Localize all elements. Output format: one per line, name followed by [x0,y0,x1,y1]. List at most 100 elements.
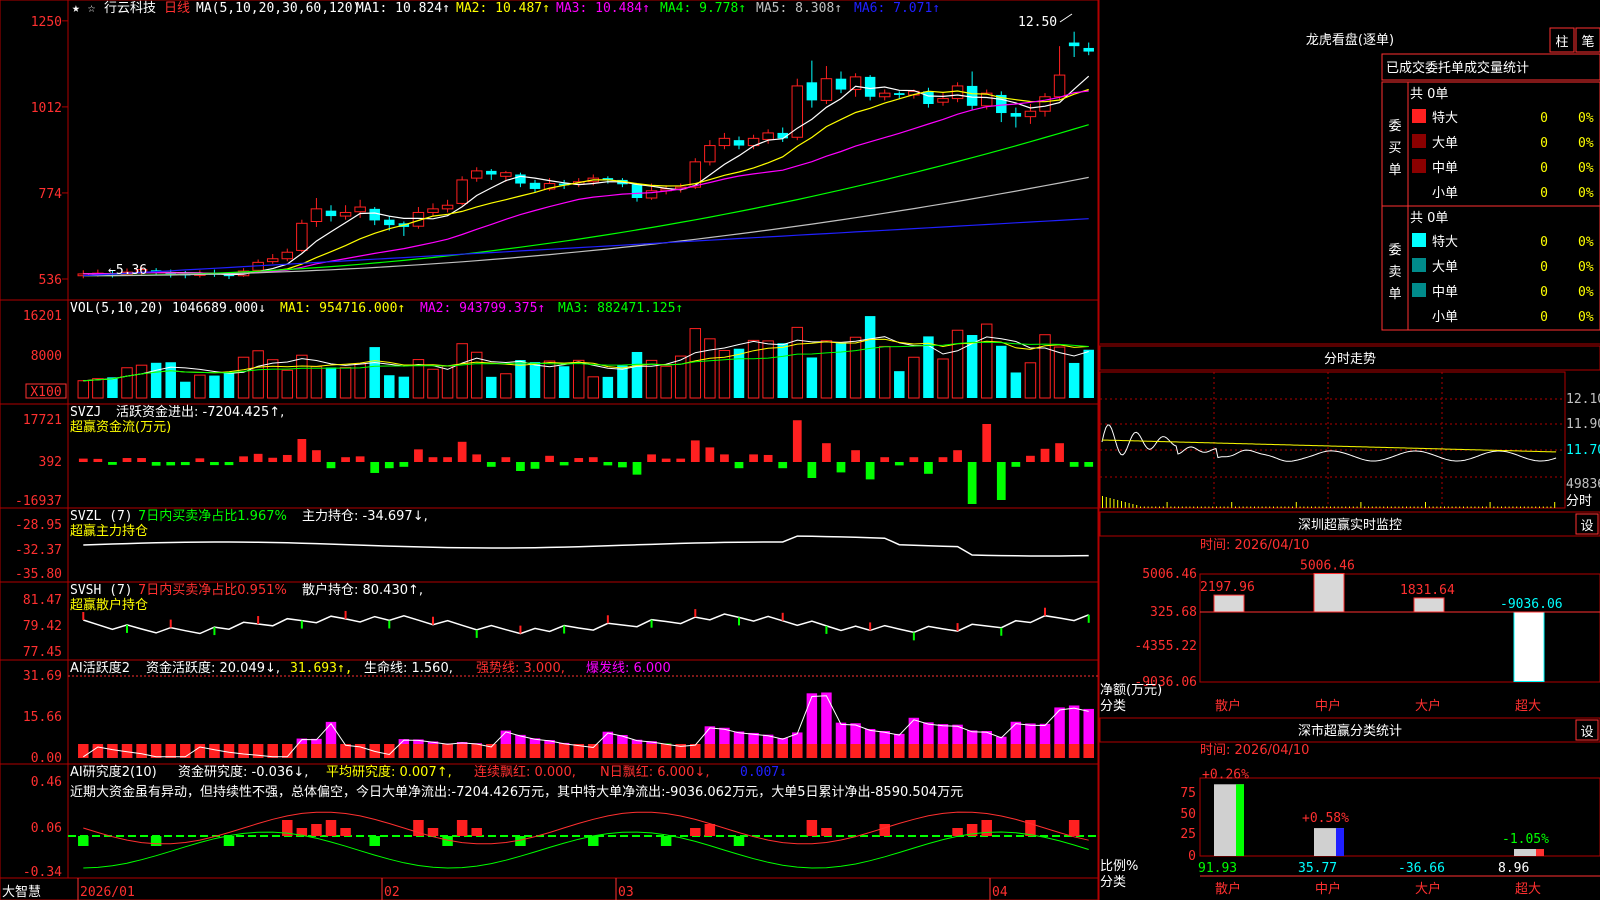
ai2-bar-up [325,820,337,836]
ai-base-bar [558,744,570,758]
fenshi-volume-tick [1132,504,1134,508]
fenshi-volume-tick [1280,506,1282,508]
volume-bar-up [1053,346,1066,399]
ai2-v4: N日飘红: 6.000↓, [600,764,709,780]
ma-line-3 [83,90,1089,275]
fenshi-volume-tick [1523,506,1525,508]
fenshi-volume-tick [1193,506,1195,508]
ai-base-bar [850,744,861,758]
svsh-tick [1000,627,1003,636]
svsh-tick [213,627,216,636]
star-icon: ★ ☆ [72,1,96,16]
fenshi-volume-tick [1406,506,1407,508]
ai2-bar-up [821,828,832,836]
volume-bar-down [864,316,876,398]
low-price-annotation: ←5.36 [108,263,147,278]
ai-base-bar [165,744,176,758]
svzj-bar [472,454,482,462]
fenshi-volume-tick [1269,506,1271,508]
candle-down [529,182,541,189]
classify-bar-value: 91.93 [1198,861,1237,876]
ai-base-bar [864,744,876,758]
candle-down [835,78,847,90]
svzj-axis: 392 [39,455,62,470]
monitor-axis: -4355.22 [1134,639,1197,654]
svsh-tick [606,615,609,624]
fenshi-volume-tick [1136,505,1138,508]
ma-legend-1: MA1: 10.824↑ [356,1,450,16]
ai2-bar-up [981,820,992,836]
fenshi-volume-tick [1147,506,1149,508]
ma-legend-5: MA5: 8.308↑ [756,1,842,16]
fenshi-volume-tick [1227,506,1229,508]
svzj-bar [574,458,584,462]
ai2-bar-up [806,820,818,836]
ai-base-bar [209,744,220,758]
order-row-label: 特大 [1432,111,1458,126]
order-row-count: 0 [1540,310,1548,325]
svzj-bar [778,462,788,469]
svzj-bar [151,462,161,466]
volume-bar-up [689,328,702,399]
svsh-tick [169,619,172,628]
ai-base-bar [107,744,118,758]
vol-header: VOL(5,10,20) [70,301,164,316]
svzj-bar [763,454,773,462]
date-axis-label: 03 [618,885,634,900]
fenshi-volume-tick [1170,506,1172,508]
ai-base-bar [296,744,308,758]
fenshi-volume-tick [1235,506,1236,508]
ai2-bar-down [660,836,672,846]
date-axis-label: 2026/01 [80,885,135,900]
svzj-bar [749,454,758,462]
svzj-bar [210,462,219,466]
price-axis-label: 1012 [31,101,62,116]
candle-up [310,208,323,223]
classify-bar-top-label: +0.26% [1202,767,1249,782]
ai-base-bar [427,744,439,758]
stock-name: 行云科技 [104,1,156,16]
svzj-bar [1040,448,1050,462]
svzj-bar [399,462,409,467]
fenshi-volume-tick [1371,506,1373,508]
order-row-pct: 0% [1578,310,1594,325]
volume-bar-down [1010,372,1022,398]
volume-bar-up [500,373,512,399]
svzj-bar [632,462,642,475]
monitor-axis: 5006.46 [1142,567,1197,582]
svzj-bar [297,439,307,462]
fenshi-volume-tick [1246,506,1248,508]
vol-ma3: MA3: 882471.125↑ [558,301,683,316]
ai-base-bar [792,744,803,758]
vol-axis-label: 8000 [31,349,62,364]
ai2-v1: 资金研究度: -0.036↓, [178,764,308,780]
chart-canvas[interactable]: 1250 1012 774 536 ★ ☆ 行云科技 日线 MA(5,10,20,30,60,… [0,0,1600,900]
period-label: 日线 [164,1,190,16]
volume-bar-up [77,380,90,399]
volume-bar-up [441,365,454,399]
fenshi-volume-tick [1333,506,1335,508]
order-row-pct: 0% [1578,260,1594,275]
classify-category: 散户 [1215,881,1241,897]
volume-bar-up [354,363,366,399]
order-row-label: 大单 [1432,136,1458,151]
fenshi-volume-tick [1379,506,1381,508]
fenshi-volume-tick [1542,506,1544,508]
svsh-tick [781,612,784,621]
fenshi-volume-tick [1143,506,1145,508]
ai-v4: 强势线: 3.000, [476,660,565,676]
fenshi-axis: 11.70 [1566,443,1600,458]
svzj-bar [953,450,962,462]
volume-bar-up [194,374,206,399]
ai2-axis: -0.34 [23,865,62,880]
fenshi-volume-tick [1485,506,1487,508]
ma-line-1 [83,75,1090,276]
ai2-v3: 连续飘红: 0.000, [474,764,576,780]
svzj-bar [384,462,394,469]
svzj-bar [647,454,656,462]
svzj-bar [1055,443,1064,462]
volume-bar-down [107,377,118,398]
ai-base-bar [1039,744,1051,758]
fenshi-volume-tick [1489,502,1491,508]
ai-base-bar [966,744,978,758]
